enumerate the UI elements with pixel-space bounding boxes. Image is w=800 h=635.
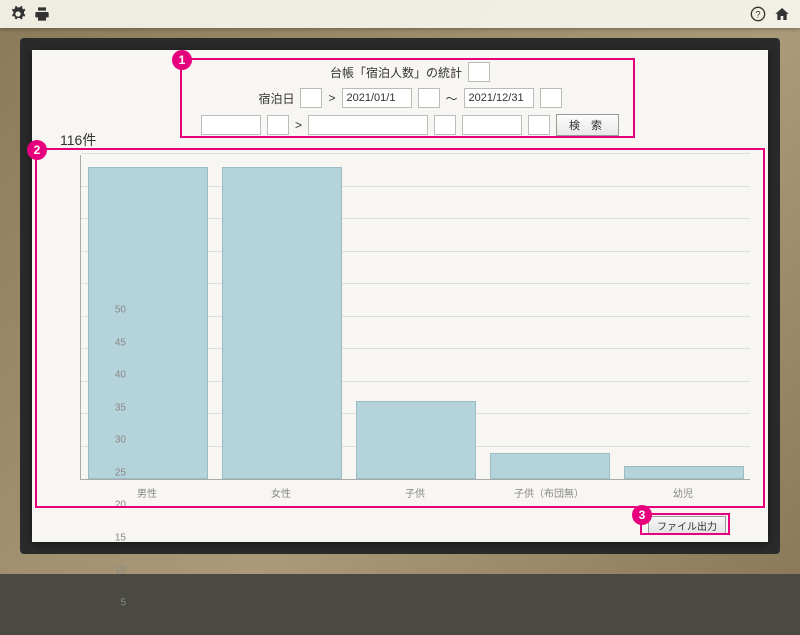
x-tick-label: 男性: [137, 485, 157, 500]
bar: [222, 167, 343, 479]
bar: [490, 453, 611, 479]
date-from-input[interactable]: [342, 88, 412, 108]
stat-select[interactable]: [468, 62, 490, 82]
y-tick-label: 40: [100, 370, 126, 381]
extra-input-3b[interactable]: [528, 115, 550, 135]
bar: [356, 401, 477, 479]
help-icon[interactable]: ?: [750, 6, 766, 22]
y-tick-label: 30: [100, 435, 126, 446]
search-button[interactable]: 検 索: [556, 114, 619, 136]
date-field-select[interactable]: [300, 88, 322, 108]
gt-2: >: [295, 118, 302, 132]
topbar: ?: [0, 0, 800, 28]
date-label: 宿泊日: [258, 90, 294, 107]
gt-1: >: [328, 91, 335, 105]
x-tick-label: 子供（布団無）: [514, 485, 584, 500]
result-count: 116件: [60, 130, 96, 150]
date-to-input[interactable]: [464, 88, 534, 108]
grid-line: [81, 153, 750, 154]
y-tick-label: 35: [100, 402, 126, 413]
y-tick-label: 15: [100, 532, 126, 543]
extra-input-3[interactable]: [462, 115, 522, 135]
plot-area: [80, 155, 750, 480]
y-tick-label: 50: [100, 305, 126, 316]
svg-text:?: ?: [755, 9, 760, 19]
home-icon[interactable]: [774, 6, 790, 22]
annotation-badge-1: 1: [172, 50, 192, 70]
y-tick-label: 45: [100, 337, 126, 348]
export-button[interactable]: ファイル出力: [648, 516, 726, 534]
extra-select-1b[interactable]: [267, 115, 289, 135]
x-tick-label: 子供: [405, 485, 425, 500]
bar: [624, 466, 745, 479]
date-from-picker[interactable]: [418, 88, 440, 108]
annotation-badge-3: 3: [632, 505, 652, 525]
y-tick-label: 5: [100, 597, 126, 608]
annotation-badge-2: 2: [27, 140, 47, 160]
form-title: 台帳「宿泊人数」の統計: [330, 64, 462, 81]
filter-form: 台帳「宿泊人数」の統計 宿泊日 > 〜 > 検 索: [195, 62, 625, 142]
gear-icon[interactable]: [10, 6, 26, 22]
date-to-picker[interactable]: [540, 88, 562, 108]
range-sep: 〜: [446, 90, 458, 107]
x-tick-label: 女性: [271, 485, 291, 500]
y-tick-label: 25: [100, 467, 126, 478]
extra-input-2b[interactable]: [434, 115, 456, 135]
y-tick-label: 20: [100, 500, 126, 511]
extra-input-2[interactable]: [308, 115, 428, 135]
bar-chart: 5101520253035404550男性女性子供子供（布団無）幼児: [50, 155, 760, 500]
x-tick-label: 幼児: [673, 485, 693, 500]
print-icon[interactable]: [34, 6, 50, 22]
extra-select-1[interactable]: [201, 115, 261, 135]
